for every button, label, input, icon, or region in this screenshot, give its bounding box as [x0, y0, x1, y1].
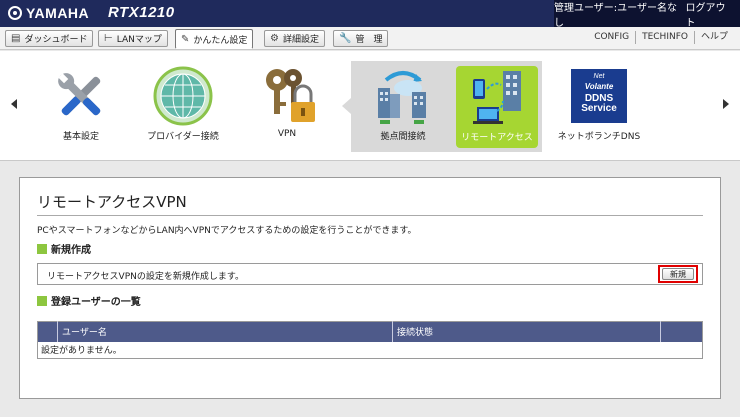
- wrench-icon: 🔧: [339, 33, 352, 44]
- page-title: リモートアクセスVPN: [37, 193, 187, 211]
- nav-bar: ▤ ダッシュボード ⊢ LANマップ ✎ かんたん設定 ⚙ 詳細設定 🔧 管 理…: [0, 27, 740, 50]
- section-square-icon: [37, 243, 47, 254]
- tab-dashboard[interactable]: ▤ ダッシュボード: [5, 30, 94, 47]
- users-section-heading-text: 登録ユーザーの一覧: [51, 297, 141, 308]
- tab-advanced-label: 詳細設定: [282, 35, 319, 45]
- keys-lock-icon: [255, 65, 319, 127]
- new-section-heading-text: 新規作成: [51, 245, 91, 256]
- help-link[interactable]: ヘルプ: [693, 31, 734, 44]
- gear-icon: ⚙: [270, 33, 279, 44]
- carousel-item-label: リモートアクセス: [461, 133, 533, 143]
- content-panel: リモートアクセスVPN PCやスマートフォンなどからLAN内へVPNでアクセスす…: [19, 177, 721, 399]
- carousel-prev-arrow[interactable]: [11, 99, 17, 109]
- setup-carousel: 基本設定 プロバイダー接続 VPN 拠点間接続 リモートアクセス Net Vol…: [0, 51, 740, 161]
- carousel-next-arrow[interactable]: [723, 99, 729, 109]
- new-button[interactable]: 新規: [662, 268, 694, 280]
- new-section-heading: 新規作成: [37, 241, 91, 256]
- username-column-header: ユーザー名: [57, 321, 393, 342]
- carousel-item-label: 基本設定: [62, 132, 99, 142]
- tuning-fork-icon: [8, 6, 22, 20]
- ddns-icon: Net Volante DDNS Service: [567, 65, 631, 127]
- brand-name: YAMAHA: [26, 5, 90, 21]
- carousel-item-label: プロバイダー接続: [147, 132, 219, 142]
- carousel-item-label: ネットボランチDNS: [557, 132, 641, 142]
- table-header-row: ユーザー名 接続状態: [37, 321, 703, 342]
- select-column-header: [37, 321, 58, 342]
- remote-access-icon: [465, 66, 529, 128]
- tab-lanmap-label: LANマップ: [116, 35, 162, 45]
- new-button-highlight: 新規: [658, 265, 698, 283]
- status-column-header: 接続状態: [392, 321, 661, 342]
- user-list-table: ユーザー名 接続状態 設定がありません。: [37, 321, 703, 359]
- admin-user-label: 管理ユーザー:ユーザー名なし: [554, 2, 677, 29]
- tab-easy-setup[interactable]: ✎ かんたん設定: [175, 29, 254, 49]
- ddns-badge-net: Net: [593, 73, 605, 80]
- nav-links: CONFIG TECHINFO ヘルプ: [588, 31, 734, 44]
- techinfo-link[interactable]: TECHINFO: [635, 31, 694, 44]
- carousel-item-provider[interactable]: プロバイダー接続: [137, 65, 229, 149]
- table-row: 設定がありません。: [38, 342, 703, 359]
- brand-logo: YAMAHA: [8, 5, 89, 21]
- tab-easy-setup-label: かんたん設定: [193, 35, 248, 46]
- wand-icon: ✎: [181, 33, 190, 45]
- lanmap-icon: ⊢: [104, 33, 113, 44]
- dashboard-icon: ▤: [11, 33, 21, 44]
- page-description: PCやスマートフォンなどからLAN内へVPNでアクセスするための設定を行うことが…: [37, 226, 417, 236]
- action-column-header: [660, 321, 703, 342]
- ddns-badge-volante: Volante: [584, 82, 614, 91]
- group-pointer: [342, 98, 351, 114]
- top-bar: YAMAHA RTX1210 管理ユーザー:ユーザー名なし ログアウト: [0, 0, 740, 29]
- tab-management[interactable]: 🔧 管 理: [333, 30, 389, 47]
- new-create-row: リモートアクセスVPNの設定を新規作成します。 新規: [37, 263, 703, 285]
- empty-table-message: 設定がありません。: [41, 346, 122, 357]
- carousel-item-vpn[interactable]: VPN: [241, 65, 333, 149]
- tools-icon: [49, 65, 113, 127]
- carousel-item-label: VPN: [277, 129, 297, 139]
- logout-link[interactable]: ログアウト: [686, 0, 732, 29]
- carousel-item-ddns[interactable]: Net Volante DDNS Service ネットボランチDNS: [553, 65, 645, 149]
- users-section-heading: 登録ユーザーの一覧: [37, 293, 141, 308]
- carousel-item-basic[interactable]: 基本設定: [35, 65, 127, 149]
- globe-icon: [151, 65, 215, 127]
- ddns-badge-service: Service: [581, 103, 617, 114]
- user-info: 管理ユーザー:ユーザー名なし ログアウト: [554, 0, 740, 29]
- config-link[interactable]: CONFIG: [588, 31, 635, 44]
- carousel-item-remote-access[interactable]: リモートアクセス: [456, 66, 538, 148]
- model-name: RTX1210: [108, 4, 175, 21]
- site-to-site-icon: [371, 65, 435, 127]
- tab-lanmap[interactable]: ⊢ LANマップ: [98, 30, 168, 47]
- new-create-text: リモートアクセスVPNの設定を新規作成します。: [47, 272, 244, 282]
- tab-management-label: 管 理: [355, 35, 383, 45]
- tab-advanced[interactable]: ⚙ 詳細設定: [264, 30, 325, 47]
- title-divider: [37, 215, 703, 216]
- carousel-item-label: 拠点間接続: [380, 132, 426, 142]
- carousel-item-site-to-site[interactable]: 拠点間接続: [357, 65, 449, 149]
- section-square-icon: [37, 295, 47, 306]
- tab-dashboard-label: ダッシュボード: [24, 35, 88, 45]
